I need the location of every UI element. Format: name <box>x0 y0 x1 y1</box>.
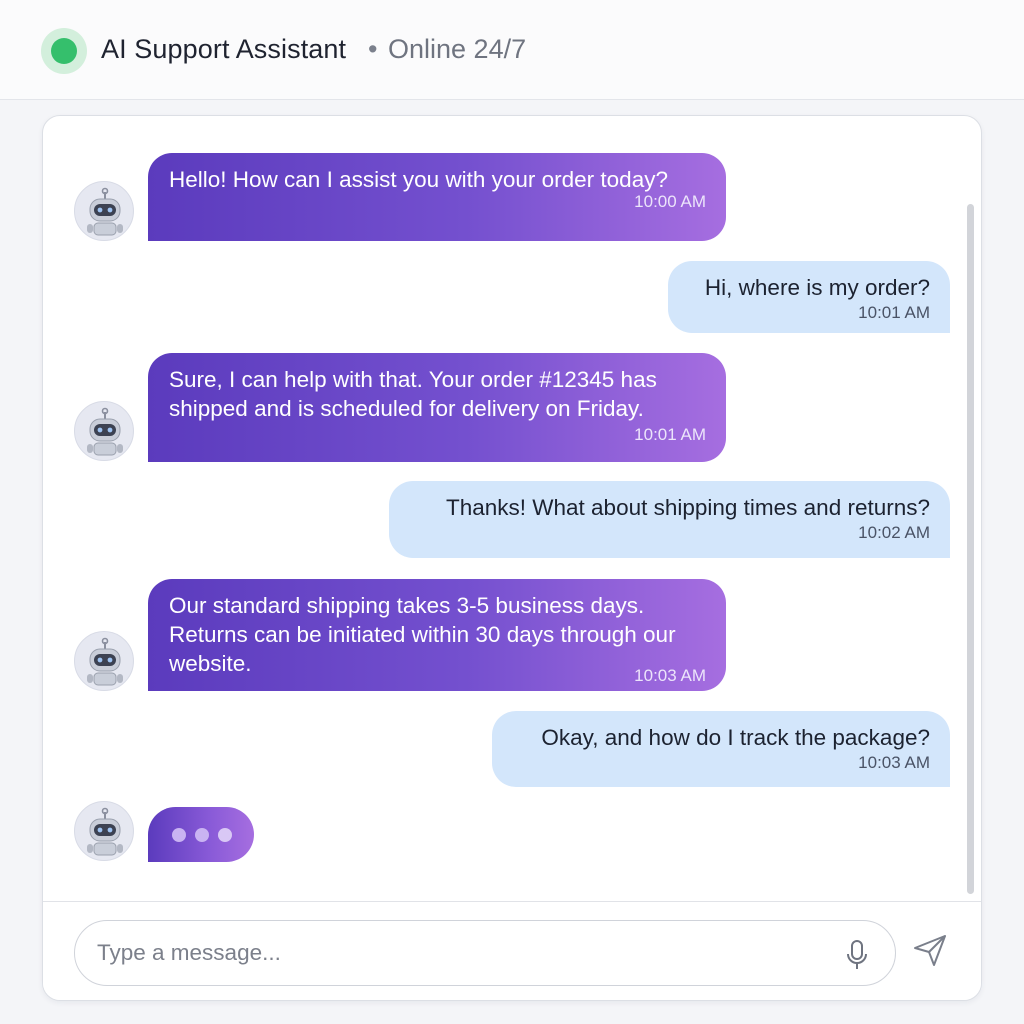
message-input[interactable] <box>97 935 817 971</box>
typing-dot <box>195 827 209 842</box>
message-text: Sure, I can help with that. Your order #… <box>169 367 657 421</box>
message-time: 10:01 AM <box>634 425 706 444</box>
online-status-indicator <box>41 28 87 74</box>
microphone-icon[interactable] <box>846 939 868 971</box>
message-time: 10:00 AM <box>634 192 706 211</box>
bot-avatar <box>74 801 134 861</box>
user-message: Thanks! What about shipping times and re… <box>389 481 950 558</box>
bot-message: Our standard shipping takes 3-5 business… <box>148 579 726 691</box>
assistant-title: AI Support Assistant <box>101 34 347 64</box>
robot-icon <box>87 637 123 686</box>
robot-icon <box>87 187 123 236</box>
bot-message: Sure, I can help with that. Your order #… <box>148 353 726 462</box>
typing-dot <box>218 827 232 842</box>
message-time: 10:03 AM <box>858 753 930 772</box>
bot-avatar <box>74 181 134 241</box>
user-message: Okay, and how do I track the package? 10… <box>492 711 950 787</box>
typing-indicator <box>148 807 254 862</box>
chat-panel: Hello! How can I assist you with your or… <box>42 115 982 1001</box>
online-dot-icon <box>51 38 77 64</box>
bot-message: Hello! How can I assist you with your or… <box>148 153 726 241</box>
message-composer <box>43 901 981 1000</box>
send-icon[interactable] <box>912 932 948 968</box>
user-message: Hi, where is my order? 10:01 AM <box>668 261 950 333</box>
typing-dot <box>172 827 186 842</box>
message-text: Hello! How can I assist you with your or… <box>169 167 668 192</box>
bot-avatar <box>74 631 134 691</box>
robot-icon <box>87 807 123 856</box>
chat-header: AI Support Assistant • Online 24/7 <box>0 0 1024 100</box>
robot-icon <box>87 407 123 456</box>
message-time: 10:01 AM <box>858 303 930 322</box>
message-text: Thanks! What about shipping times and re… <box>445 495 930 520</box>
message-text: Our standard shipping takes 3-5 business… <box>169 593 676 676</box>
message-input-container <box>74 920 896 986</box>
message-time: 10:02 AM <box>858 523 930 542</box>
chat-scrollbar[interactable] <box>967 204 974 894</box>
header-separator: • <box>368 34 378 64</box>
online-status-text: Online 24/7 <box>388 34 527 64</box>
message-text: Hi, where is my order? <box>704 275 930 300</box>
message-text: Okay, and how do I track the package? <box>541 725 930 750</box>
bot-avatar <box>74 401 134 461</box>
